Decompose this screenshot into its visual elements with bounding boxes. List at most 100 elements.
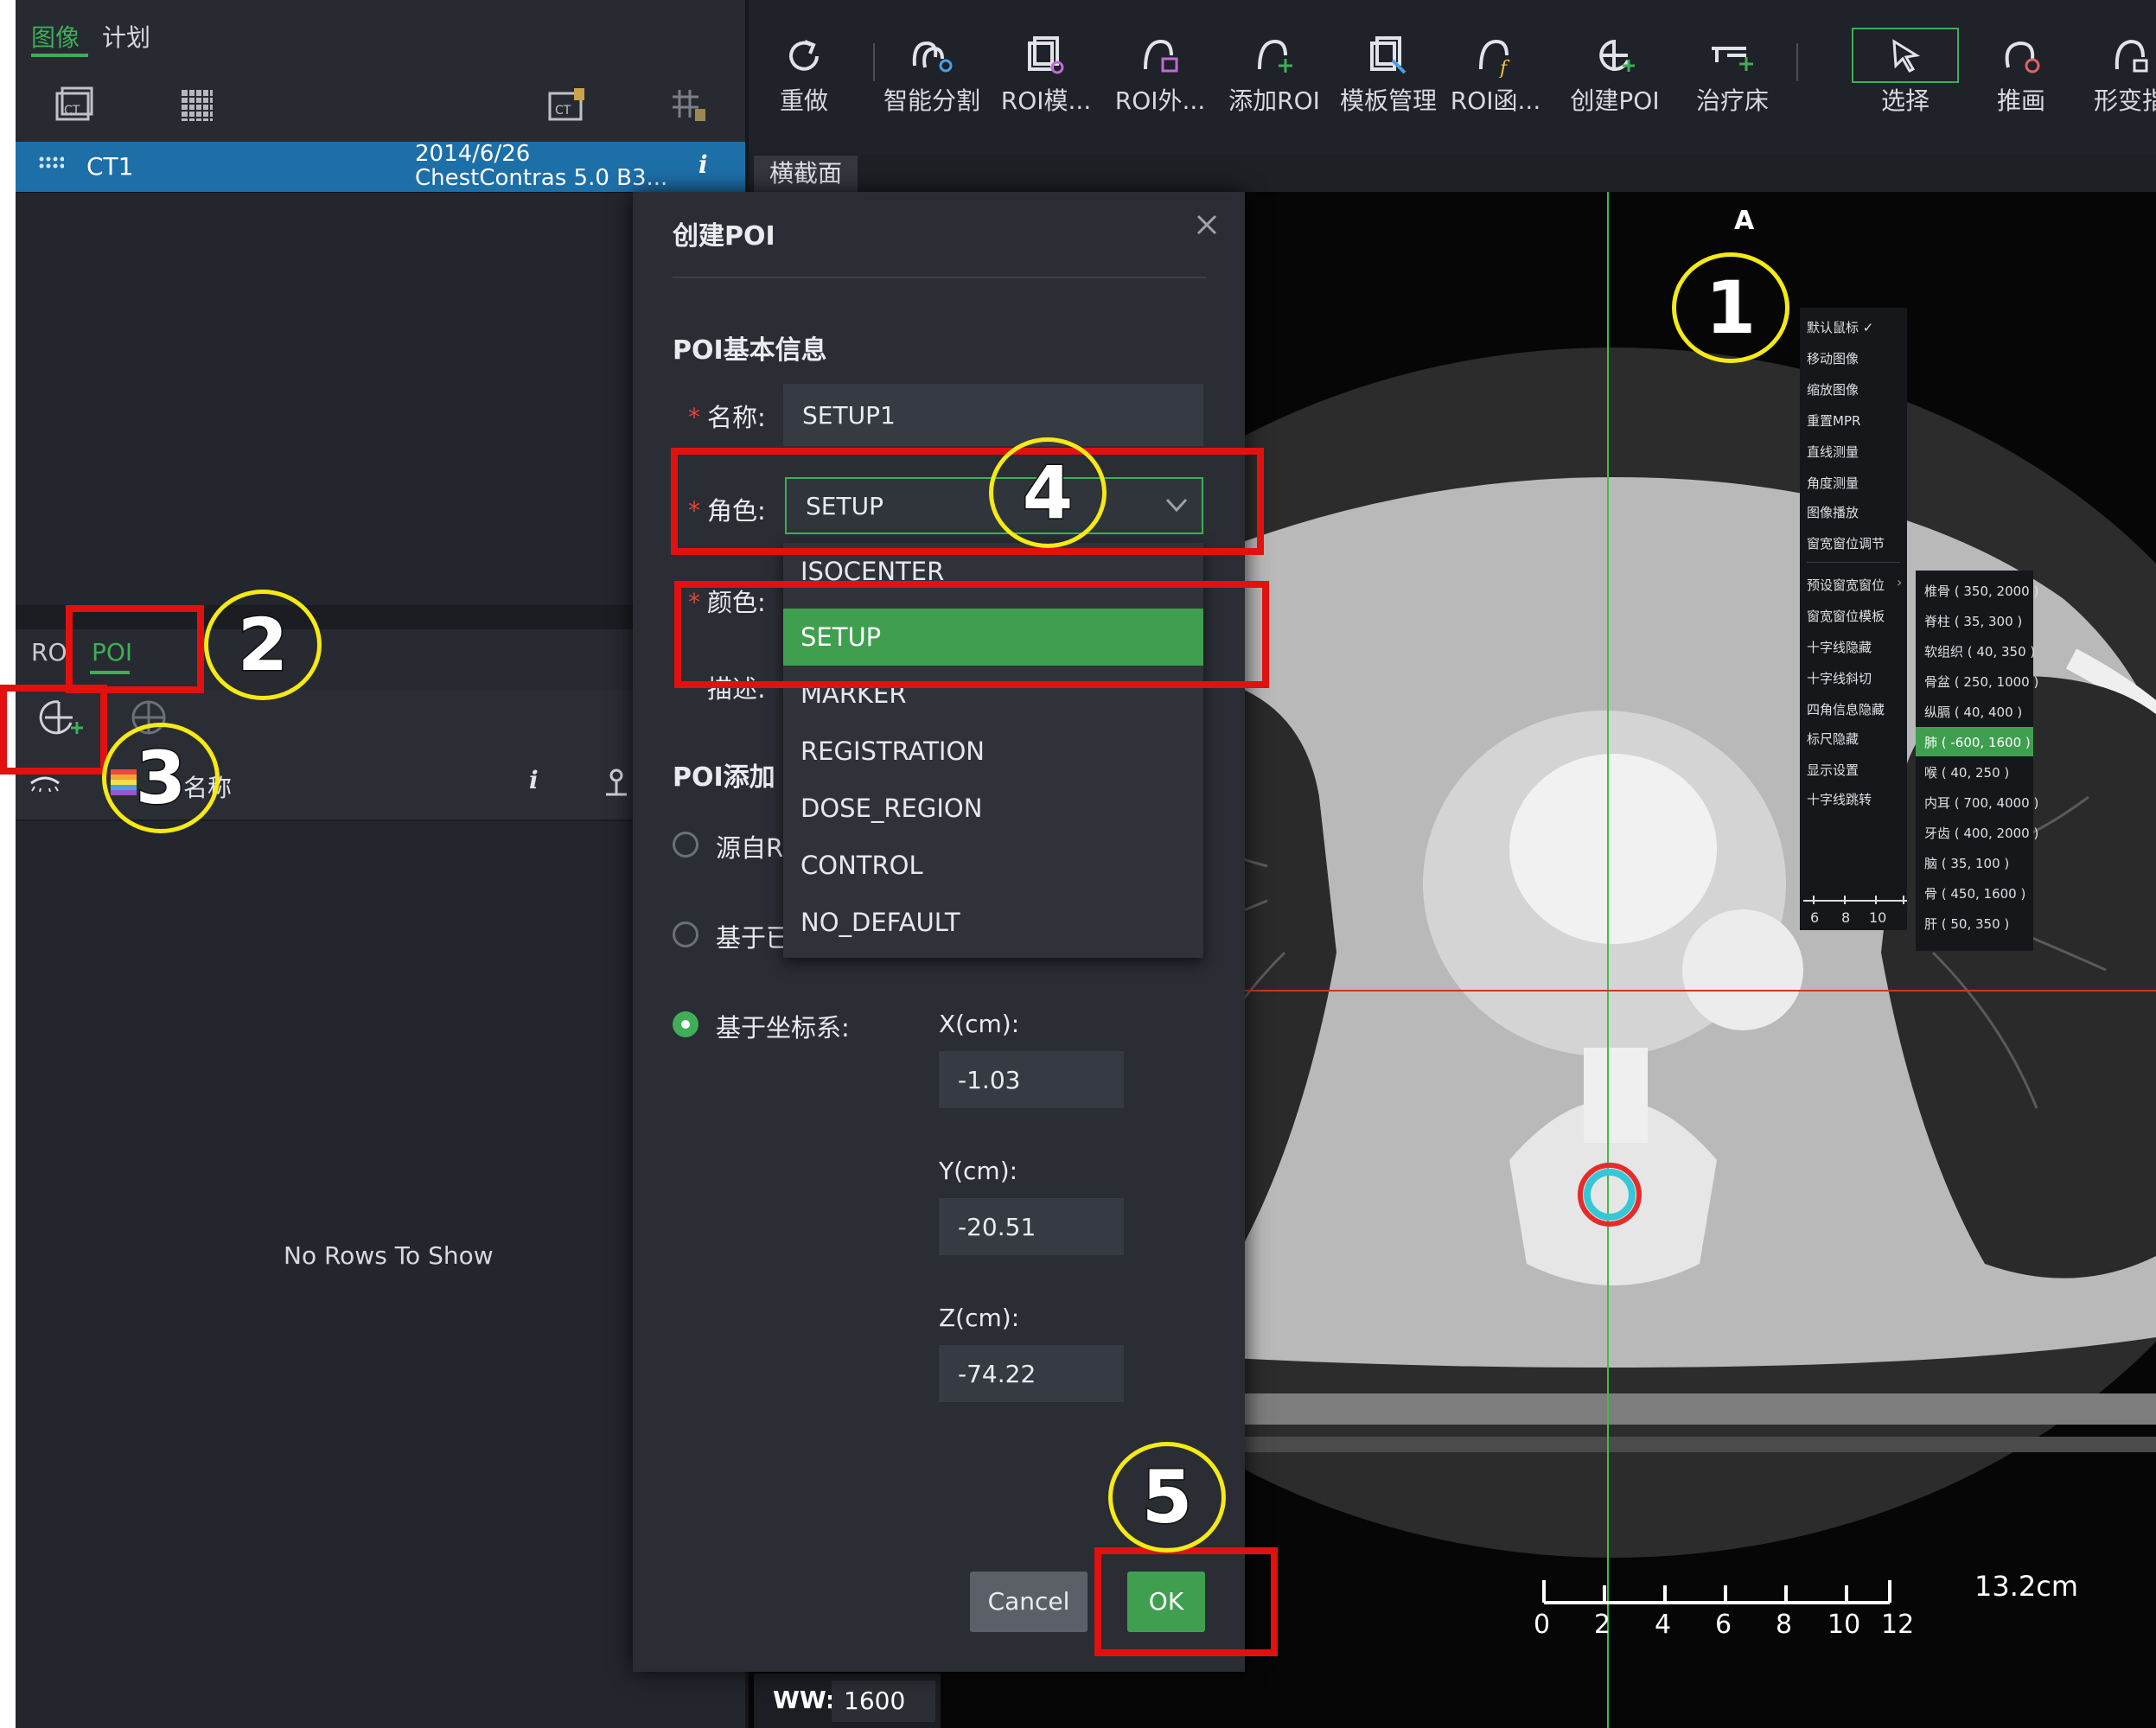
menu-angle-measure[interactable]: 角度测量 <box>1807 474 1859 492</box>
preset-larynx[interactable]: 喉 ( 40, 250 ) <box>1916 757 2033 787</box>
preset-bone[interactable]: 骨 ( 450, 1600 ) <box>1916 878 2033 908</box>
push-draw-button[interactable]: 推画 <box>1966 26 2076 138</box>
menu-divider <box>1807 562 1900 563</box>
roi-function-icon: f <box>1440 26 1551 86</box>
preset-pelvis[interactable]: 骨盆 ( 250, 1000 ) <box>1916 666 2038 696</box>
grid-delete-icon[interactable] <box>669 86 709 128</box>
tab-image[interactable]: 图像 <box>31 19 80 54</box>
radio-dot <box>681 1020 690 1029</box>
push-draw-icon <box>1966 26 2076 86</box>
pin-icon <box>603 768 629 802</box>
window-width-readout: WW: 1600 <box>754 1674 941 1728</box>
menu-corner-info-hide[interactable]: 四角信息隐藏 <box>1807 700 1885 718</box>
tab-plan[interactable]: 计划 <box>102 19 150 54</box>
menu-display-settings[interactable]: 显示设置 <box>1807 761 1859 779</box>
menu-crosshair-hide[interactable]: 十字线隐藏 <box>1807 638 1872 656</box>
menu-ruler-tick-10: 10 <box>1869 909 1887 926</box>
roi-template-button[interactable]: ROI模... <box>991 26 1101 138</box>
series-name: CT1 <box>86 152 134 181</box>
close-icon[interactable] <box>1190 207 1224 245</box>
redo-button[interactable]: 重做 <box>749 26 859 138</box>
annotation-box-role <box>671 448 1264 555</box>
name-input[interactable]: SETUP1 <box>783 384 1203 446</box>
roi-outer-icon <box>1105 26 1215 86</box>
menu-ruler-tick-6: 6 <box>1810 909 1820 926</box>
annotation-box-setup-option <box>674 581 1269 688</box>
drag-handle-icon <box>38 156 65 178</box>
roi-outer-button[interactable]: ROI外... <box>1105 26 1215 138</box>
radio-existing[interactable] <box>673 921 698 947</box>
name-label: 名称: <box>707 403 766 432</box>
cancel-button[interactable]: Cancel <box>970 1572 1088 1632</box>
menu-window-level[interactable]: 窗宽窗位调节 <box>1807 534 1885 552</box>
annotation-badge-1: 1 <box>1672 252 1789 363</box>
add-roi-button[interactable]: 添加ROI <box>1219 26 1330 138</box>
deform-button[interactable]: 形变指 <box>2075 26 2156 138</box>
preset-teeth[interactable]: 牙齿 ( 400, 2000 ) <box>1916 818 2038 847</box>
menu-reset-mpr[interactable]: 重置MPR <box>1807 411 1860 430</box>
preset-liver[interactable]: 肝 ( 50, 350 ) <box>1916 909 2033 938</box>
create-poi-icon <box>1560 26 1670 86</box>
smart-segment-button[interactable]: 智能分割 <box>877 26 987 138</box>
treatment-couch-button[interactable]: 治疗床 <box>1677 26 1788 138</box>
menu-line-measure[interactable]: 直线测量 <box>1807 443 1859 461</box>
info-icon[interactable]: i <box>698 150 708 179</box>
grid-layout-icon[interactable] <box>180 88 214 126</box>
preset-mediastinum[interactable]: 纵膈 ( 40, 400 ) <box>1916 697 2033 726</box>
radio-coordinate[interactable] <box>673 1011 698 1037</box>
template-manage-button[interactable]: 模板管理 <box>1333 26 1444 138</box>
menu-ruler-hide[interactable]: 标尺隐藏 <box>1807 730 1859 748</box>
roi-function-button[interactable]: f ROI函... <box>1440 26 1551 138</box>
annotation-badge-2: 2 <box>204 590 322 700</box>
x-coordinate-input[interactable]: -1.03 <box>939 1051 1124 1108</box>
create-poi-button[interactable]: 创建POI <box>1560 26 1670 138</box>
menu-ruler-tick-8: 8 <box>1841 909 1851 926</box>
menu-move-image[interactable]: 移动图像 <box>1807 349 1859 367</box>
tab-axial[interactable]: 横截面 <box>754 156 858 192</box>
menu-window-template[interactable]: 窗宽窗位模板 <box>1807 607 1885 625</box>
y-coordinate-input[interactable]: -20.51 <box>939 1198 1124 1255</box>
preset-vertebra[interactable]: 椎骨 ( 350, 2000 ) <box>1916 576 2038 605</box>
cursor-arrow-icon <box>1850 26 1961 86</box>
role-option-no-default[interactable]: NO_DEFAULT <box>783 894 1203 951</box>
x-label: X(cm): <box>939 1010 1020 1038</box>
annotation-box-add-poi <box>0 685 107 775</box>
preset-inner-ear[interactable]: 内耳 ( 700, 4000 ) <box>1916 787 2038 817</box>
y-label: Y(cm): <box>939 1157 1018 1185</box>
menu-preset-window[interactable]: 预设窗宽窗位 <box>1807 576 1885 594</box>
redo-icon <box>749 26 859 86</box>
preset-brain[interactable]: 脑 ( 35, 100 ) <box>1916 848 2033 877</box>
ww-value[interactable]: 1600 <box>832 1680 935 1722</box>
deform-icon <box>2075 26 2156 86</box>
menu-image-play[interactable]: 图像播放 <box>1807 503 1859 521</box>
annotation-badge-3: 3 <box>102 723 220 833</box>
select-button[interactable]: 选择 <box>1850 26 1961 138</box>
couch-icon <box>1677 26 1788 86</box>
series-row-ct1[interactable]: CT1 2014/6/26 ChestContras 5.0 B3... i <box>16 142 746 192</box>
ct-import-icon[interactable]: CT <box>52 86 95 128</box>
basic-info-heading: POI基本信息 <box>673 335 827 366</box>
menu-default-mouse[interactable]: 默认鼠标 ✓ <box>1807 318 1873 336</box>
z-label: Z(cm): <box>939 1304 1020 1332</box>
menu-crosshair-jump[interactable]: 十字线跳转 <box>1807 790 1872 808</box>
poi-add-heading: POI添加 <box>673 762 775 793</box>
role-option-registration[interactable]: REGISTRATION <box>783 723 1203 780</box>
left-top-panel: 图像 计划 CT CT CT1 2014/6/26 ChestContras 5… <box>16 0 746 193</box>
menu-crosshair-oblique[interactable]: 十字线斜切 <box>1807 669 1872 687</box>
radio-source-roi[interactable] <box>673 832 698 858</box>
scale-tick-6: 6 <box>1715 1610 1732 1640</box>
scale-tick-12: 12 <box>1881 1610 1915 1640</box>
series-date: 2014/6/26 <box>415 141 531 167</box>
visibility-eye-icon[interactable] <box>29 775 61 795</box>
tab-image-underline <box>31 54 88 57</box>
column-info-icon: i <box>529 766 539 794</box>
role-option-control[interactable]: CONTROL <box>783 837 1203 894</box>
role-option-dose-region[interactable]: DOSE_REGION <box>783 780 1203 837</box>
preset-soft-tissue[interactable]: 软组织 ( 40, 350 ) <box>1916 636 2035 666</box>
preset-lung[interactable]: 肺 ( -600, 1600 ) <box>1916 727 2033 756</box>
ct-delete-icon[interactable]: CT <box>545 86 588 128</box>
preset-spine[interactable]: 脊柱 ( 35, 300 ) <box>1916 606 2033 635</box>
menu-zoom-image[interactable]: 缩放图像 <box>1807 380 1859 399</box>
toolbar-separator <box>1796 43 1798 81</box>
z-coordinate-input[interactable]: -74.22 <box>939 1345 1124 1402</box>
